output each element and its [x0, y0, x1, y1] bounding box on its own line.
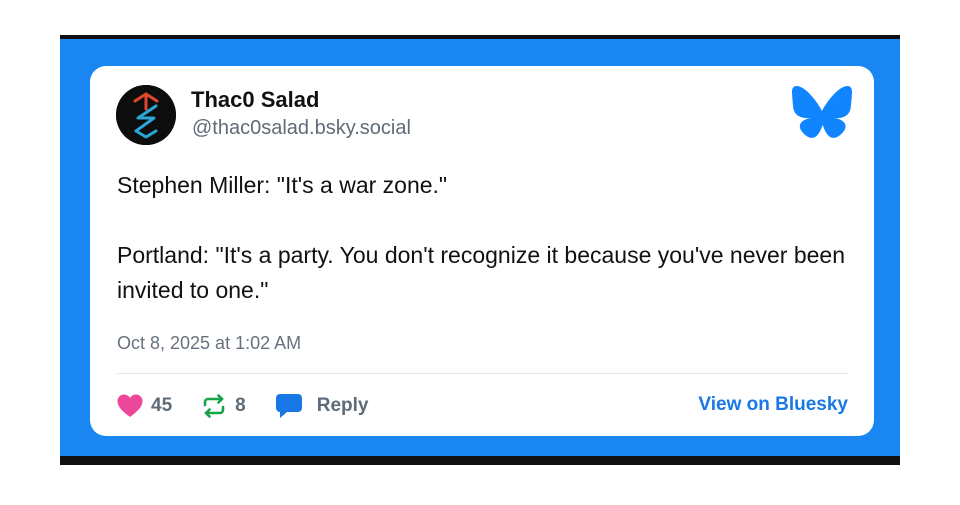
post-paragraph: Portland: "It's a party. You don't recog…: [117, 242, 845, 303]
bluesky-butterfly-icon[interactable]: [792, 86, 852, 140]
reply-label: Reply: [316, 395, 369, 416]
post-embed-frame: Thac0 Salad @thac0salad.bsky.social Step…: [60, 35, 900, 465]
heart-icon: [117, 394, 143, 417]
reply-button[interactable]: Reply: [275, 393, 369, 419]
author-handle[interactable]: @thac0salad.bsky.social: [192, 117, 411, 140]
rune-symbol-icon: [116, 85, 176, 145]
like-count: 45: [151, 395, 173, 416]
divider: [117, 373, 848, 374]
post-card[interactable]: Thac0 Salad @thac0salad.bsky.social Step…: [90, 66, 874, 436]
repost-icon: [203, 394, 225, 418]
repost-count: 8: [235, 395, 246, 416]
view-on-bluesky-link[interactable]: View on Bluesky: [698, 394, 848, 416]
author-display-name[interactable]: Thac0 Salad: [191, 87, 319, 113]
post-text: Stephen Miller: "It's a war zone." Portl…: [117, 168, 857, 308]
action-bar: 45 8 Reply: [117, 392, 368, 420]
repost-button[interactable]: 8: [201, 394, 246, 418]
speech-bubble-icon: [275, 394, 302, 418]
post-timestamp[interactable]: Oct 8, 2025 at 1:02 AM: [117, 333, 301, 354]
like-button[interactable]: 45: [117, 394, 172, 418]
post-paragraph: Stephen Miller: "It's a war zone.": [117, 172, 448, 198]
avatar[interactable]: [116, 85, 176, 145]
